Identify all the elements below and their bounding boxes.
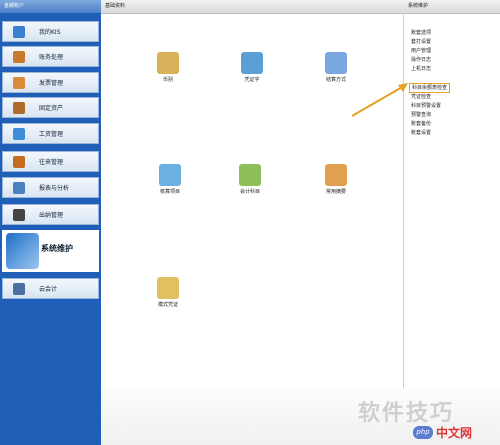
invoice-icon xyxy=(13,77,25,89)
content-header: 基础资料 系统维护 xyxy=(101,0,500,14)
right-item-voucher-check[interactable]: 凭证检查 xyxy=(411,93,431,101)
accounting-items-icon xyxy=(159,164,181,186)
sidebar-item-label: 我的KIS xyxy=(39,29,61,36)
right-item-print-settings[interactable]: 套打设置 xyxy=(411,38,431,46)
cashier-icon xyxy=(13,209,25,221)
module-label: 币别 xyxy=(162,77,173,83)
cloud-accounting-icon xyxy=(13,283,25,295)
sidebar-item-label: 发票管理 xyxy=(39,80,64,87)
sidebar: 金蝶账户 我的KIS 账务处理 发票管理 固定资产 工资管理 往来管理 报表与分… xyxy=(0,0,101,445)
sidebar-item-label: 报表与分析 xyxy=(39,185,70,192)
sidebar-item-payroll[interactable]: 工资管理 xyxy=(2,123,99,144)
receivables-icon xyxy=(13,156,25,168)
sidebar-item-system-maintenance[interactable]: 系统维护 xyxy=(2,230,99,272)
module-label: 凭证字 xyxy=(244,77,260,83)
right-item-warning-settings[interactable]: 科目预警设置 xyxy=(411,102,441,110)
sidebar-item-label: 往来管理 xyxy=(39,159,64,166)
module-label: 核算项目 xyxy=(159,189,180,195)
module-label: 会计科目 xyxy=(239,189,260,195)
watermark: 软件技巧 xyxy=(358,401,455,426)
module-label: 模式凭证 xyxy=(157,302,178,308)
sidebar-header: 金蝶账户 xyxy=(0,0,101,13)
module-accounting-items[interactable]: 核算项目 xyxy=(145,164,195,195)
module-currency[interactable]: 币别 xyxy=(143,52,193,83)
accounts-icon xyxy=(239,164,261,186)
sidebar-item-label: 固定资产 xyxy=(39,105,64,112)
common-summary-icon xyxy=(325,164,347,186)
site-logo: 中文网 xyxy=(436,426,473,440)
currency-icon xyxy=(157,52,179,74)
right-item-backup[interactable]: 账套备份 xyxy=(411,120,431,128)
right-item-warning-query[interactable]: 预警查询 xyxy=(411,111,431,119)
sidebar-item-label: 工资管理 xyxy=(39,131,64,138)
ledger-icon xyxy=(13,51,25,63)
module-template-voucher[interactable]: 模式凭证 xyxy=(143,277,193,308)
sidebar-item-label: 账务处理 xyxy=(39,54,64,61)
voucher-type-icon xyxy=(241,52,263,74)
right-item-options[interactable]: 账套选项 xyxy=(411,29,431,37)
my-kis-icon xyxy=(13,26,25,38)
right-item-balance-check[interactable]: 科目余额表检查 xyxy=(409,83,451,93)
annotation-arrow xyxy=(351,83,408,117)
sidebar-item-receivables[interactable]: 往来管理 xyxy=(2,151,99,172)
sidebar-item-label: 出纳管理 xyxy=(39,212,64,219)
sidebar-item-cloud-accounting[interactable]: 云会计 xyxy=(2,278,99,299)
assets-icon xyxy=(13,102,25,114)
sidebar-item-reports[interactable]: 报表与分析 xyxy=(2,177,99,198)
right-item-user-management[interactable]: 用户管理 xyxy=(411,47,431,55)
module-common-summary[interactable]: 常用摘要 xyxy=(311,164,361,195)
template-voucher-icon xyxy=(157,277,179,299)
sidebar-item-label: 云会计 xyxy=(39,286,58,293)
module-voucher-type[interactable]: 凭证字 xyxy=(227,52,277,83)
module-label: 常用摘要 xyxy=(325,189,346,195)
module-accounts[interactable]: 会计科目 xyxy=(225,164,275,195)
report-icon xyxy=(13,182,25,194)
right-item-operation-log[interactable]: 操作日志 xyxy=(411,56,431,64)
sidebar-item-accounting[interactable]: 账务处理 xyxy=(2,46,99,67)
php-logo: php xyxy=(413,426,433,439)
payroll-icon xyxy=(13,128,25,140)
system-maintenance-icon xyxy=(6,233,39,269)
settlement-icon xyxy=(325,52,347,74)
sidebar-item-invoice[interactable]: 发票管理 xyxy=(2,72,99,93)
sidebar-item-my-kis[interactable]: 我的KIS xyxy=(2,21,99,42)
sidebar-item-cashier[interactable]: 出纳管理 xyxy=(2,204,99,225)
system-maintenance-title: 系统维护 xyxy=(408,3,429,9)
basic-data-title: 基础资料 xyxy=(105,3,126,9)
right-item-account-settings[interactable]: 账套设置 xyxy=(411,129,431,137)
sidebar-item-fixed-assets[interactable]: 固定资产 xyxy=(2,97,99,118)
right-item-login-log[interactable]: 上机日志 xyxy=(411,65,431,73)
sidebar-item-label: 系统维护 xyxy=(41,244,73,253)
